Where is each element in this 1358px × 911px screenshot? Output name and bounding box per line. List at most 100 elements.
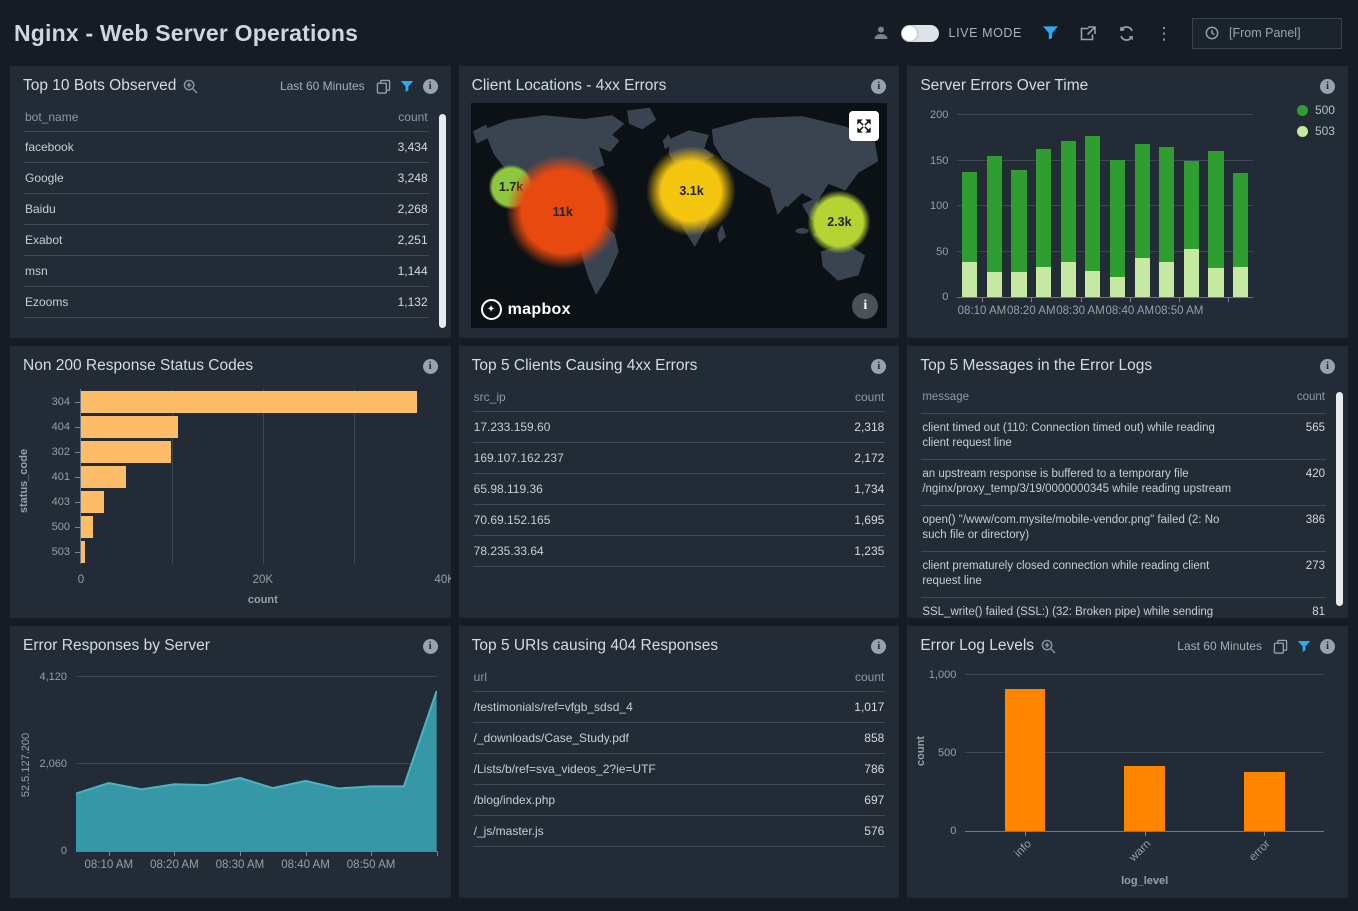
bar-segment-503[interactable] — [1233, 267, 1248, 297]
live-mode-toggle[interactable] — [901, 25, 939, 42]
time-range-selector[interactable]: [From Panel] — [1192, 18, 1342, 49]
zoom-in-icon[interactable] — [183, 79, 198, 94]
table-row[interactable]: Google3,248 — [24, 163, 429, 194]
bar-warn[interactable] — [1124, 766, 1165, 831]
mapbox-logo[interactable]: ✦ mapbox — [481, 299, 571, 320]
stacked-bar[interactable] — [1110, 115, 1125, 297]
table-row[interactable]: 17.233.159.602,318 — [473, 412, 886, 443]
table-row[interactable]: client timed out (110: Connection timed … — [921, 414, 1326, 460]
info-icon[interactable]: i — [423, 79, 438, 94]
bar-segment-500[interactable] — [1135, 144, 1150, 258]
table-row[interactable]: client prematurely closed connection whi… — [921, 552, 1326, 598]
legend-item[interactable]: 503 — [1297, 124, 1335, 138]
bar-segment-503[interactable] — [1085, 271, 1100, 297]
bar-302[interactable] — [81, 441, 171, 463]
bar-error[interactable] — [1244, 772, 1285, 831]
fullscreen-expand-icon[interactable] — [849, 111, 879, 141]
info-icon[interactable]: i — [423, 639, 438, 654]
bar-info[interactable] — [1005, 689, 1046, 831]
bar-segment-503[interactable] — [1184, 249, 1199, 297]
bar-segment-500[interactable] — [987, 156, 1002, 272]
table-row[interactable]: an upstream response is buffered to a te… — [921, 460, 1326, 506]
bar-401[interactable] — [81, 466, 126, 488]
bar-segment-500[interactable] — [1036, 149, 1051, 267]
table-row[interactable]: /blog/index.php697 — [473, 785, 886, 816]
table-row[interactable]: /_downloads/Case_Study.pdf858 — [473, 723, 886, 754]
bar-segment-500[interactable] — [1011, 170, 1026, 272]
column-header[interactable]: count — [358, 110, 428, 124]
bar-404[interactable] — [81, 416, 178, 438]
column-header[interactable]: count — [814, 390, 884, 404]
bar-segment-503[interactable] — [1159, 262, 1174, 297]
stacked-bar[interactable] — [1184, 115, 1199, 297]
info-icon[interactable]: i — [1320, 639, 1335, 654]
column-header[interactable]: count — [814, 670, 884, 684]
column-header[interactable]: url — [474, 670, 815, 684]
bar-segment-500[interactable] — [962, 172, 977, 261]
copy-icon[interactable] — [376, 79, 391, 94]
world-map[interactable]: 1.7k11k3.1k2.3k ✦ mapbox i — [471, 103, 888, 328]
info-icon[interactable]: i — [1320, 359, 1335, 374]
table-row[interactable]: /Lists/b/ref=sva_videos_2?ie=UTF786 — [473, 754, 886, 785]
table-row[interactable]: SSL_write() failed (SSL:) (32: Broken pi… — [921, 598, 1326, 618]
legend-item[interactable]: 500 — [1297, 103, 1335, 117]
bar-segment-503[interactable] — [1036, 267, 1051, 297]
column-header[interactable]: src_ip — [474, 390, 815, 404]
column-header[interactable]: message — [922, 390, 1255, 406]
stacked-bar[interactable] — [1036, 115, 1051, 297]
bar-403[interactable] — [81, 491, 104, 513]
table-row[interactable]: msn1,144 — [24, 256, 429, 287]
bar-segment-503[interactable] — [1135, 258, 1150, 297]
map-cluster-bubble[interactable]: 2.3k — [808, 191, 870, 253]
info-icon[interactable]: i — [1320, 79, 1335, 94]
map-cluster-bubble[interactable]: 3.1k — [647, 147, 735, 235]
panel-filter-icon[interactable] — [1297, 640, 1311, 653]
stacked-bar[interactable] — [1159, 115, 1174, 297]
more-menu-icon[interactable]: ⋮ — [1154, 23, 1174, 43]
scrollbar[interactable] — [1336, 392, 1343, 606]
column-header[interactable]: count — [1255, 390, 1325, 406]
stacked-bar[interactable] — [1061, 115, 1076, 297]
bar-segment-500[interactable] — [1233, 173, 1248, 267]
table-row[interactable]: 78.235.33.641,235 — [473, 536, 886, 567]
table-row[interactable]: /_js/master.js576 — [473, 816, 886, 847]
bar-segment-500[interactable] — [1061, 141, 1076, 262]
info-icon[interactable]: i — [871, 79, 886, 94]
bar-segment-500[interactable] — [1159, 147, 1174, 262]
bar-304[interactable] — [81, 391, 417, 413]
area-series[interactable] — [76, 677, 437, 851]
table-row[interactable]: Ezooms1,132 — [24, 287, 429, 318]
bar-segment-500[interactable] — [1208, 151, 1223, 267]
map-info-icon[interactable]: i — [852, 293, 878, 319]
table-row[interactable]: /testimonials/ref=vfgb_sdsd_41,017 — [473, 692, 886, 723]
panel-filter-icon[interactable] — [400, 80, 414, 93]
refresh-icon[interactable] — [1116, 23, 1136, 43]
stacked-bar[interactable] — [1135, 115, 1150, 297]
column-header[interactable]: bot_name — [25, 110, 358, 124]
filter-icon[interactable] — [1040, 23, 1060, 43]
bar-503[interactable] — [81, 541, 85, 563]
table-row[interactable]: open() "/www/com.mysite/mobile-vendor.pn… — [921, 506, 1326, 552]
scrollbar[interactable] — [439, 114, 446, 328]
info-icon[interactable]: i — [871, 639, 886, 654]
bar-segment-503[interactable] — [1110, 277, 1125, 297]
stacked-bar[interactable] — [1085, 115, 1100, 297]
stacked-bar[interactable] — [962, 115, 977, 297]
bar-segment-503[interactable] — [962, 262, 977, 297]
zoom-in-icon[interactable] — [1041, 639, 1056, 654]
stacked-bar[interactable] — [1011, 115, 1026, 297]
bar-segment-500[interactable] — [1110, 160, 1125, 277]
stacked-bar[interactable] — [1208, 115, 1223, 297]
table-row[interactable]: Baidu2,268 — [24, 194, 429, 225]
table-row[interactable]: 169.107.162.2372,172 — [473, 443, 886, 474]
table-row[interactable]: 65.98.119.361,734 — [473, 474, 886, 505]
bar-500[interactable] — [81, 516, 93, 538]
bar-segment-503[interactable] — [1061, 262, 1076, 297]
table-row[interactable]: facebook3,434 — [24, 132, 429, 163]
map-cluster-bubble[interactable]: 11k — [507, 156, 619, 268]
info-icon[interactable]: i — [423, 359, 438, 374]
stacked-bar[interactable] — [987, 115, 1002, 297]
stacked-bar[interactable] — [1233, 115, 1248, 297]
export-icon[interactable] — [1078, 23, 1098, 43]
bar-segment-503[interactable] — [1011, 272, 1026, 297]
